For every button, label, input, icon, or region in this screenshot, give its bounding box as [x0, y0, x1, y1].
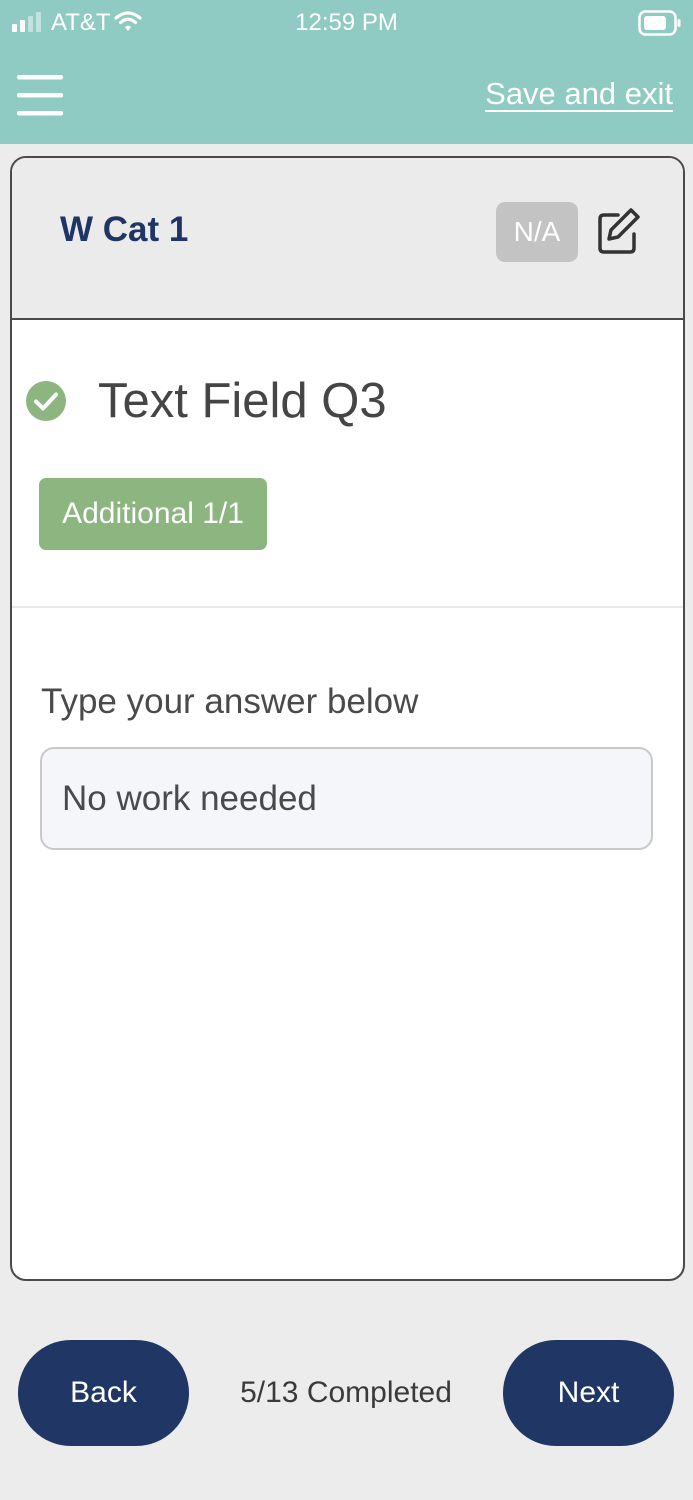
- save-and-exit-link[interactable]: Save and exit: [485, 74, 673, 114]
- category-title: W Cat 1: [60, 210, 189, 249]
- battery-icon: [638, 10, 681, 36]
- status-time: 12:59 PM: [295, 9, 398, 36]
- na-button[interactable]: N/A: [496, 202, 578, 262]
- progress-status: 5/13 Completed: [240, 1376, 452, 1409]
- question-title: Text Field Q3: [98, 374, 387, 428]
- status-bar: AT&T 12:59 PM: [0, 0, 693, 46]
- back-button[interactable]: Back: [18, 1340, 189, 1446]
- additional-badge[interactable]: Additional 1/1: [39, 478, 267, 550]
- check-circle-icon: [26, 381, 66, 421]
- category-header: W Cat 1 N/A: [12, 158, 683, 320]
- answer-prompt: Type your answer below: [41, 682, 419, 721]
- divider: [12, 606, 683, 608]
- hamburger-menu-icon[interactable]: [12, 68, 68, 122]
- question-card: W Cat 1 N/A Text Field Q3 Additional 1/1…: [10, 156, 685, 1281]
- answer-text-field[interactable]: [40, 747, 653, 850]
- edit-icon[interactable]: [596, 206, 642, 256]
- next-button[interactable]: Next: [503, 1340, 674, 1446]
- app-header: AT&T 12:59 PM Save and exit: [0, 0, 693, 144]
